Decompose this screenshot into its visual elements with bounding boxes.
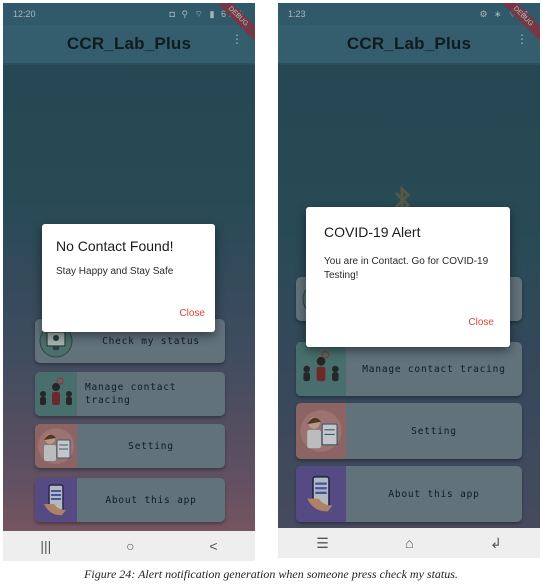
dialog-message: Stay Happy and Stay Safe <box>56 266 174 277</box>
left-phone-screenshot: 12:20 ◘ ⚲ ⌔ ▮ 67% CCR_Lab_Plus ⋮ DEBUG C… <box>3 3 255 561</box>
covid-alert-dialog: COVID-19 Alert You are in Contact. Go fo… <box>306 207 510 347</box>
recents-button[interactable]: ||| <box>40 538 51 554</box>
system-nav-bar: ||| ○ < <box>3 531 255 561</box>
dialog-title: No Contact Found! <box>56 238 174 254</box>
back-button[interactable]: ↲ <box>490 535 502 552</box>
back-button[interactable]: < <box>209 538 217 554</box>
system-nav-bar: ☰ ⌂ ↲ <box>278 528 540 558</box>
dialog-message: You are in Contact. Go for COVID-19 Test… <box>324 256 489 281</box>
dialog-title: COVID-19 Alert <box>324 224 421 240</box>
home-button[interactable]: ⌂ <box>405 535 413 551</box>
no-contact-dialog: No Contact Found! Stay Happy and Stay Sa… <box>42 224 215 332</box>
close-button[interactable]: Close <box>468 317 494 328</box>
right-phone-screenshot: 1:23 ⚙ ∗ ⌔ ▮ CCR_Lab_Plus ⋮ DEBUG Manage… <box>278 3 540 558</box>
close-button[interactable]: Close <box>179 308 205 319</box>
figure-caption: Figure 24: Alert notification generation… <box>84 567 458 581</box>
menu-nav-button[interactable]: ☰ <box>316 535 329 552</box>
home-button[interactable]: ○ <box>126 538 134 554</box>
